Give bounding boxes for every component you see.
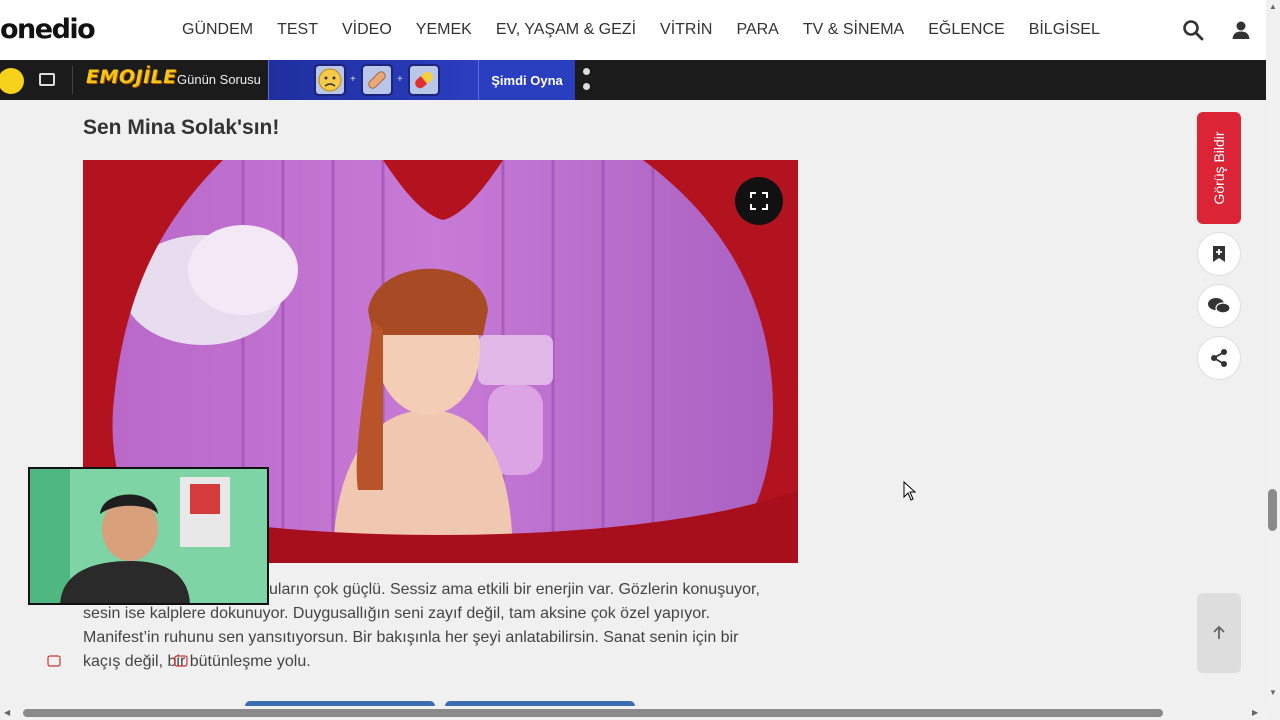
plus-sign: + — [397, 74, 403, 85]
user-icon[interactable] — [1229, 18, 1253, 42]
horizontal-scroll-thumb[interactable] — [23, 709, 1163, 717]
bookmark-button[interactable] — [1197, 232, 1241, 276]
search-icon[interactable] — [1181, 18, 1205, 42]
bookmark-add-icon — [1213, 246, 1225, 262]
scroll-down-arrow-icon[interactable]: ▼ — [1269, 688, 1277, 697]
nav-item-vi-deo[interactable]: VİDEO — [330, 21, 404, 39]
nav-item-tv-si-nema[interactable]: TV & SİNEMA — [791, 21, 916, 39]
scroll-right-arrow-icon[interactable]: ▶ — [1252, 708, 1258, 717]
scroll-left-arrow-icon[interactable]: ◀ — [4, 708, 10, 717]
share-button[interactable] — [1197, 336, 1241, 380]
reaction-icon[interactable] — [47, 654, 61, 668]
divider — [72, 66, 73, 94]
comments-icon — [1208, 298, 1231, 314]
webcam-overlay — [28, 467, 269, 605]
scroll-to-top-button[interactable] — [1197, 593, 1241, 673]
nav-item-bi-lgi-sel[interactable]: BİLGİSEL — [1017, 21, 1112, 39]
comments-button[interactable] — [1197, 284, 1241, 328]
worried-face-icon — [314, 64, 346, 96]
onedio-logo[interactable]: onedio — [0, 14, 96, 45]
nav-item-vi-tri-n[interactable]: VİTRİN — [648, 21, 724, 39]
nav-item-para[interactable]: PARA — [724, 21, 790, 39]
share-icon — [1211, 349, 1227, 367]
bandage-icon — [361, 64, 393, 96]
nav-item-test[interactable]: TEST — [265, 21, 330, 39]
reaction-icon[interactable] — [174, 654, 188, 668]
nav-item-gündem[interactable]: GÜNDEM — [170, 21, 265, 39]
vertical-scrollbar[interactable] — [1266, 0, 1280, 706]
description-line: Manifest’in ruhunu sen yansıtıyorsun. Bi… — [83, 629, 739, 646]
feedback-button[interactable]: Görüş Bildir — [1197, 112, 1241, 224]
mouse-cursor-icon — [903, 481, 917, 501]
fullscreen-button[interactable] — [735, 177, 783, 225]
arrow-up-icon — [1213, 625, 1225, 639]
vertical-scroll-thumb[interactable] — [1268, 489, 1277, 531]
more-options-icon[interactable] — [583, 68, 590, 98]
top-navigation: onedio GÜNDEM TEST VİDEO YEMEK EV, YAŞAM & G… — [0, 0, 1266, 60]
card-icon[interactable] — [39, 73, 55, 86]
fullscreen-icon — [750, 192, 768, 210]
nav-menu: GÜNDEM TEST VİDEO YEMEK EV, YAŞAM & GEZİ VİTR… — [170, 0, 1112, 60]
scroll-up-arrow-icon[interactable]: ▲ — [1269, 2, 1277, 11]
result-title: Sen Mina Solak'sın! — [83, 116, 280, 139]
feedback-label: Görüş Bildir — [1211, 131, 1227, 205]
description-line: sesin ise kalplere dokunuyor. Duygusallı… — [83, 605, 710, 622]
description-line: kaçış değil, bir bütünleşme yolu. — [83, 653, 311, 670]
play-now-button[interactable]: Şimdi Oyna — [478, 60, 575, 100]
daily-question-label[interactable]: Günün Sorusu — [177, 72, 261, 87]
nav-item-ev-yaşam-gezi-[interactable]: EV, YAŞAM & GEZİ — [484, 21, 648, 39]
emojile-logo[interactable]: EMOJİLE — [86, 66, 177, 88]
nav-item-yemek[interactable]: YEMEK — [404, 21, 484, 39]
plus-sign: + — [350, 74, 356, 85]
nav-item-eğlence[interactable]: EĞLENCE — [916, 21, 1016, 39]
pill-icon — [408, 64, 440, 96]
